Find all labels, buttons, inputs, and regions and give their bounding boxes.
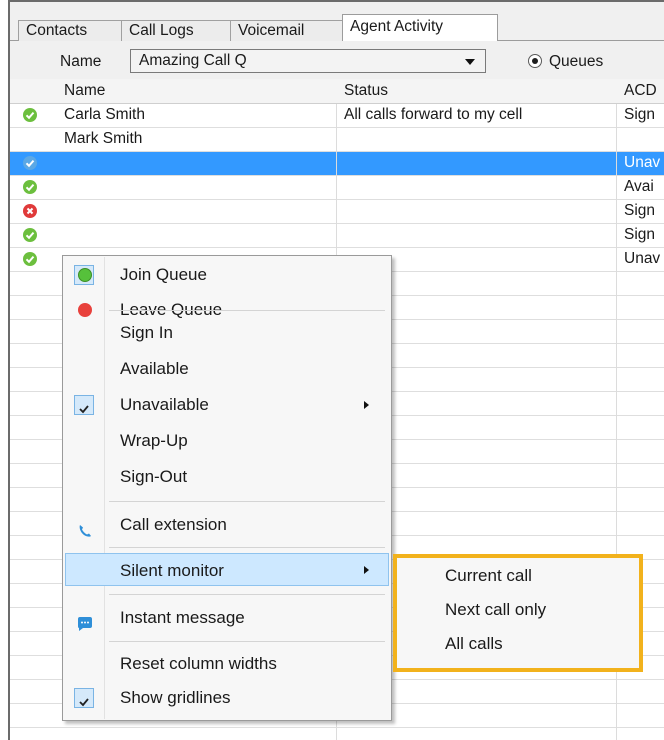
menu-item-sign-in[interactable]: Sign In xyxy=(65,316,389,349)
menu-item-label: Sign In xyxy=(120,323,173,342)
row-context-menu: Join Queue Leave Queue Sign In Available… xyxy=(62,255,392,721)
menu-item-label: Join Queue xyxy=(120,265,207,284)
menu-separator xyxy=(109,641,385,642)
table-row[interactable]: Avai xyxy=(10,176,664,200)
menu-item-available[interactable]: Available xyxy=(65,352,389,385)
dropdown-arrow-icon xyxy=(465,59,475,65)
table-row[interactable]: Sign xyxy=(10,224,664,248)
agent-acd: Sign xyxy=(624,226,656,243)
submenu-item-next-call-only[interactable]: Next call only xyxy=(445,600,546,620)
menu-item-label: Available xyxy=(120,359,189,378)
submenu-item-current-call[interactable]: Current call xyxy=(445,566,532,586)
red-x-icon xyxy=(23,204,37,218)
agent-acd: Avai xyxy=(624,178,654,195)
menu-separator xyxy=(109,310,385,311)
table-row[interactable]: Sign xyxy=(10,200,664,224)
tab-agent-activity[interactable]: Agent Activity xyxy=(342,14,498,41)
menu-item-reset-column-widths[interactable]: Reset column widths xyxy=(65,647,389,680)
column-header-name[interactable]: Name xyxy=(64,82,105,100)
agent-acd: Unav xyxy=(624,250,661,267)
agent-name: Carla Smith xyxy=(64,106,145,123)
checkmark-icon xyxy=(74,395,94,415)
agent-name: Mark Smith xyxy=(64,130,143,147)
tab-label: Call Logs xyxy=(129,22,194,39)
tab-label: Contacts xyxy=(26,22,88,39)
table-row-selected[interactable]: Unav xyxy=(10,152,664,176)
agent-acd: Sign xyxy=(624,202,656,219)
checkmark-icon xyxy=(74,688,94,708)
menu-item-show-gridlines[interactable]: Show gridlines xyxy=(65,681,389,714)
chat-bubble-icon xyxy=(77,610,93,631)
menu-separator xyxy=(109,501,385,502)
menu-item-call-extension[interactable]: Call extension xyxy=(65,508,389,541)
name-label: Name xyxy=(60,53,102,70)
tab-label: Voicemail xyxy=(238,22,305,39)
menu-item-silent-monitor[interactable]: Silent monitor xyxy=(65,553,389,586)
silent-monitor-submenu: Current call Next call only All calls xyxy=(393,554,643,672)
menu-item-label: Unavailable xyxy=(120,395,209,414)
filter-toolbar: Name Amazing Call Q Queues xyxy=(10,41,664,79)
column-header-acd[interactable]: ACD xyxy=(624,82,657,100)
menu-item-unavailable[interactable]: Unavailable xyxy=(65,388,389,421)
tab-voicemail[interactable]: Voicemail xyxy=(230,20,343,41)
table-row[interactable]: Carla Smith All calls forward to my cell… xyxy=(10,104,664,128)
table-row[interactable]: Mark Smith xyxy=(10,128,664,152)
agent-acd: Unav xyxy=(624,154,661,171)
menu-item-sign-out[interactable]: Sign-Out xyxy=(65,460,389,493)
green-circle-icon xyxy=(78,268,92,282)
menu-item-label: Reset column widths xyxy=(120,654,277,673)
menu-item-label: Silent monitor xyxy=(120,561,224,580)
table-header: Name Status ACD xyxy=(10,79,664,104)
queues-radio-label: Queues xyxy=(549,53,604,70)
queue-select-value: Amazing Call Q xyxy=(139,52,247,69)
tab-call-logs[interactable]: Call Logs xyxy=(121,20,231,41)
menu-item-label: Sign-Out xyxy=(120,467,188,486)
menu-item-join-queue[interactable]: Join Queue xyxy=(65,258,389,291)
menu-item-instant-message[interactable]: Instant message xyxy=(65,601,389,634)
menu-item-label: Call extension xyxy=(120,515,227,534)
tab-strip: Contacts Call Logs Voicemail Agent Activ… xyxy=(10,2,664,41)
menu-item-label: Wrap-Up xyxy=(120,431,188,450)
submenu-arrow-icon xyxy=(364,401,369,409)
green-check-icon xyxy=(23,180,37,194)
green-check-icon xyxy=(23,228,37,242)
queues-radio-button[interactable] xyxy=(528,54,542,68)
menu-separator xyxy=(109,547,385,548)
column-header-status[interactable]: Status xyxy=(344,82,388,100)
menu-separator xyxy=(109,594,385,595)
agent-acd: Sign xyxy=(624,106,656,123)
green-check-icon xyxy=(23,252,37,266)
menu-item-label: Instant message xyxy=(120,608,245,627)
menu-item-wrap-up[interactable]: Wrap-Up xyxy=(65,424,389,457)
blue-check-icon xyxy=(23,156,37,170)
menu-item-label: Show gridlines xyxy=(120,688,231,707)
queue-select[interactable]: Amazing Call Q xyxy=(130,49,486,73)
green-check-icon xyxy=(23,108,37,122)
tab-contacts[interactable]: Contacts xyxy=(18,20,122,41)
submenu-item-all-calls[interactable]: All calls xyxy=(445,634,503,654)
phone-icon xyxy=(77,517,93,537)
agent-status: All calls forward to my cell xyxy=(344,106,523,123)
red-circle-icon xyxy=(78,303,92,317)
tab-label: Agent Activity xyxy=(350,18,444,35)
submenu-arrow-icon xyxy=(364,566,369,574)
